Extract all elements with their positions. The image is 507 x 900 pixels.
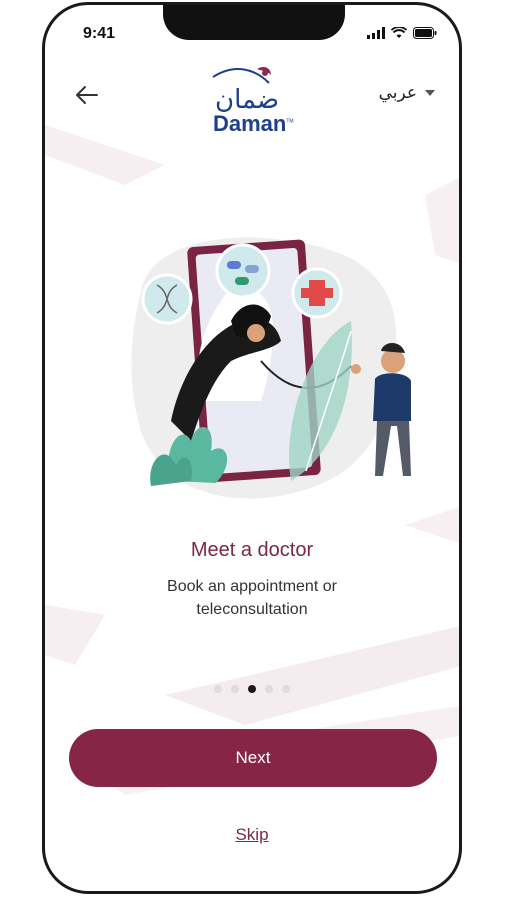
arrow-left-icon [76,86,98,104]
page-dot[interactable] [214,685,222,693]
doctor-teleconsultation-illustration [131,237,411,499]
daman-logo: ضمان DamanTM [205,63,305,139]
status-icons [367,27,437,39]
skip-link-wrapper: Skip [45,825,459,845]
onboarding-subtitle: Book an appointment or teleconsultation [167,578,337,618]
skip-link[interactable]: Skip [235,825,268,844]
logo-trademark: TM [286,118,294,125]
signal-icon [367,27,385,39]
onboarding-title: Meet a doctor [190,539,314,561]
device-notch [163,5,345,40]
logo-english-word: Daman [213,111,287,136]
page-dot-active[interactable] [248,685,256,693]
caret-down-icon [425,90,435,96]
next-button[interactable]: Next [69,729,437,787]
phone-frame: 9:41 ضمان DamanTM عربي Meet a doctor Boo… [42,2,462,894]
page-dot[interactable] [265,685,273,693]
language-selector[interactable]: عربي [379,83,435,103]
page-indicator [45,685,459,693]
page-dot[interactable] [282,685,290,693]
status-time: 9:41 [83,25,116,42]
language-label: عربي [378,83,417,102]
page-dot[interactable] [231,685,239,693]
wifi-icon [391,27,407,38]
logo-english-text: DamanTM [213,111,294,137]
back-button[interactable] [71,79,103,111]
battery-icon [413,27,437,39]
